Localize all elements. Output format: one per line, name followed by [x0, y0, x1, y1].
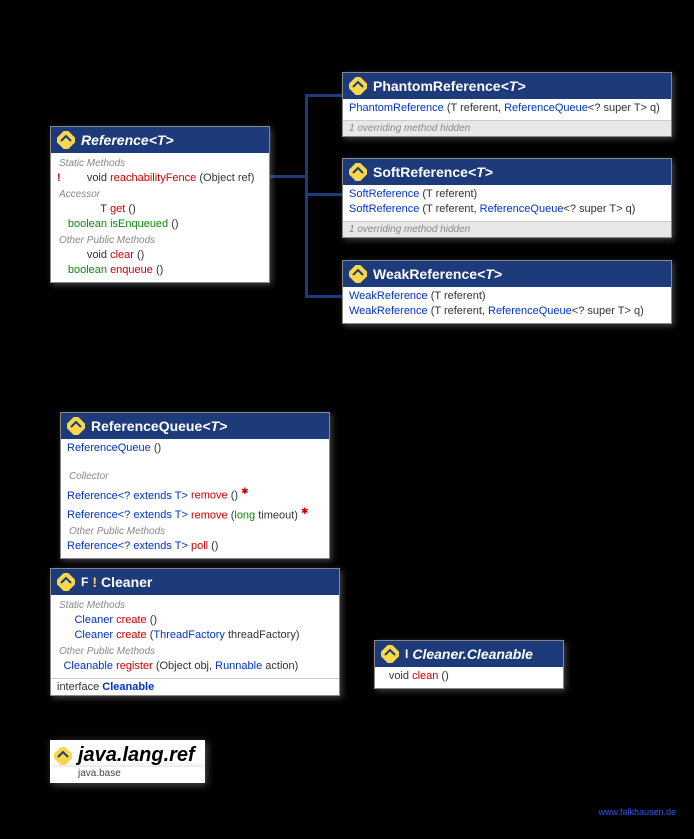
cleaner-create1: Cleaner create (): [55, 613, 335, 628]
cleaner-header[interactable]: F ! Cleaner: [51, 569, 339, 595]
package-icon: [54, 747, 72, 765]
class-icon: [349, 265, 367, 283]
member-isenqueued: boolean isEnqueued (): [55, 217, 265, 232]
cleaner-sec-static: Static Methods: [55, 597, 335, 613]
phantom-generic: <T>: [501, 78, 526, 94]
sec-static: Static Methods: [55, 155, 265, 171]
cleaner-register: Cleanable register (Object obj, Runnable…: [55, 659, 335, 674]
member-reachabilityfence: !void reachabilityFence (Object ref): [55, 171, 265, 186]
queue-poll: Reference<? extends T> poll (): [65, 539, 325, 554]
footer-link[interactable]: www.falkhausen.de: [598, 807, 676, 817]
conn-h0: [270, 175, 308, 178]
weak-generic: <T>: [477, 266, 502, 282]
conn-h2: [305, 193, 345, 196]
soft-title: SoftReference: [373, 164, 468, 180]
weak-ctor2: WeakReference (T referent, ReferenceQueu…: [347, 304, 667, 319]
cleanable-title: Cleaner.Cleanable: [412, 646, 533, 662]
member-clear: void clear (): [55, 248, 265, 263]
class-cleanable: I Cleaner.Cleanable void clean (): [374, 640, 564, 689]
sec-accessor: Accessor: [55, 186, 265, 202]
member-enqueue: boolean enqueue (): [55, 263, 265, 278]
cleaner-iface-marker: F: [81, 575, 88, 589]
weak-ctor1: WeakReference (T referent): [347, 289, 667, 304]
phantom-ctor: PhantomReference (T referent, ReferenceQ…: [347, 101, 667, 116]
cleanable-clean: void clean (): [379, 669, 559, 684]
cleanable-iface-marker: I: [405, 647, 408, 661]
reference-generic: <T>: [149, 132, 174, 148]
conn-h3: [305, 295, 345, 298]
package-label: java.lang.ref java.base: [50, 740, 205, 783]
cleaner-create2: Cleaner create (ThreadFactory threadFact…: [55, 628, 335, 643]
cleanable-header[interactable]: I Cleaner.Cleanable: [375, 641, 563, 667]
queue-remove1: Reference<? extends T> remove () ✱: [65, 484, 325, 504]
soft-ctor1: SoftReference (T referent): [347, 187, 667, 202]
queue-ctor: ReferenceQueue (): [65, 441, 325, 456]
class-icon: [57, 131, 75, 149]
soft-hidden: 1 overriding method hidden: [343, 221, 671, 237]
phantom-hidden: 1 overriding method hidden: [343, 120, 671, 136]
reference-title: Reference: [81, 132, 149, 148]
queue-title: ReferenceQueue: [91, 418, 202, 434]
class-icon: [67, 417, 85, 435]
class-cleaner: F ! Cleaner Static Methods Cleaner creat…: [50, 568, 340, 696]
class-referencequeue: ReferenceQueue<T> ReferenceQueue () Coll…: [60, 412, 330, 559]
class-reference: Reference<T> Static Methods !void reacha…: [50, 126, 270, 283]
member-get: T get (): [55, 202, 265, 217]
queue-remove2: Reference<? extends T> remove (long time…: [65, 504, 325, 524]
class-softreference: SoftReference<T> SoftReference (T refere…: [342, 158, 672, 238]
weak-title: WeakReference: [373, 266, 477, 282]
class-icon: [381, 645, 399, 663]
class-phantomreference: PhantomReference<T> PhantomReference (T …: [342, 72, 672, 137]
cleaner-sec-other: Other Public Methods: [55, 643, 335, 659]
phantom-title: PhantomReference: [373, 78, 501, 94]
package-name: java.lang.ref: [78, 744, 195, 767]
reference-header[interactable]: Reference<T>: [51, 127, 269, 153]
cleaner-title: Cleaner: [101, 574, 152, 590]
weak-header[interactable]: WeakReference<T>: [343, 261, 671, 287]
soft-header[interactable]: SoftReference<T>: [343, 159, 671, 185]
cleaner-iface-line: interface Cleanable: [51, 678, 339, 695]
cleaner-final-marker: !: [92, 574, 97, 590]
sec-other: Other Public Methods: [55, 232, 265, 248]
queue-header[interactable]: ReferenceQueue<T>: [61, 413, 329, 439]
soft-generic: <T>: [468, 164, 493, 180]
phantom-header[interactable]: PhantomReference<T>: [343, 73, 671, 99]
class-weakreference: WeakReference<T> WeakReference (T refere…: [342, 260, 672, 324]
class-icon: [349, 163, 367, 181]
class-icon: [349, 77, 367, 95]
queue-sec-collector: Collector: [65, 468, 325, 484]
package-module: java.base: [50, 767, 205, 783]
soft-ctor2: SoftReference (T referent, ReferenceQueu…: [347, 202, 667, 217]
queue-generic: <T>: [202, 418, 227, 434]
conn-h1: [305, 94, 345, 97]
class-icon: [57, 573, 75, 591]
queue-sec-other: Other Public Methods: [65, 523, 325, 539]
